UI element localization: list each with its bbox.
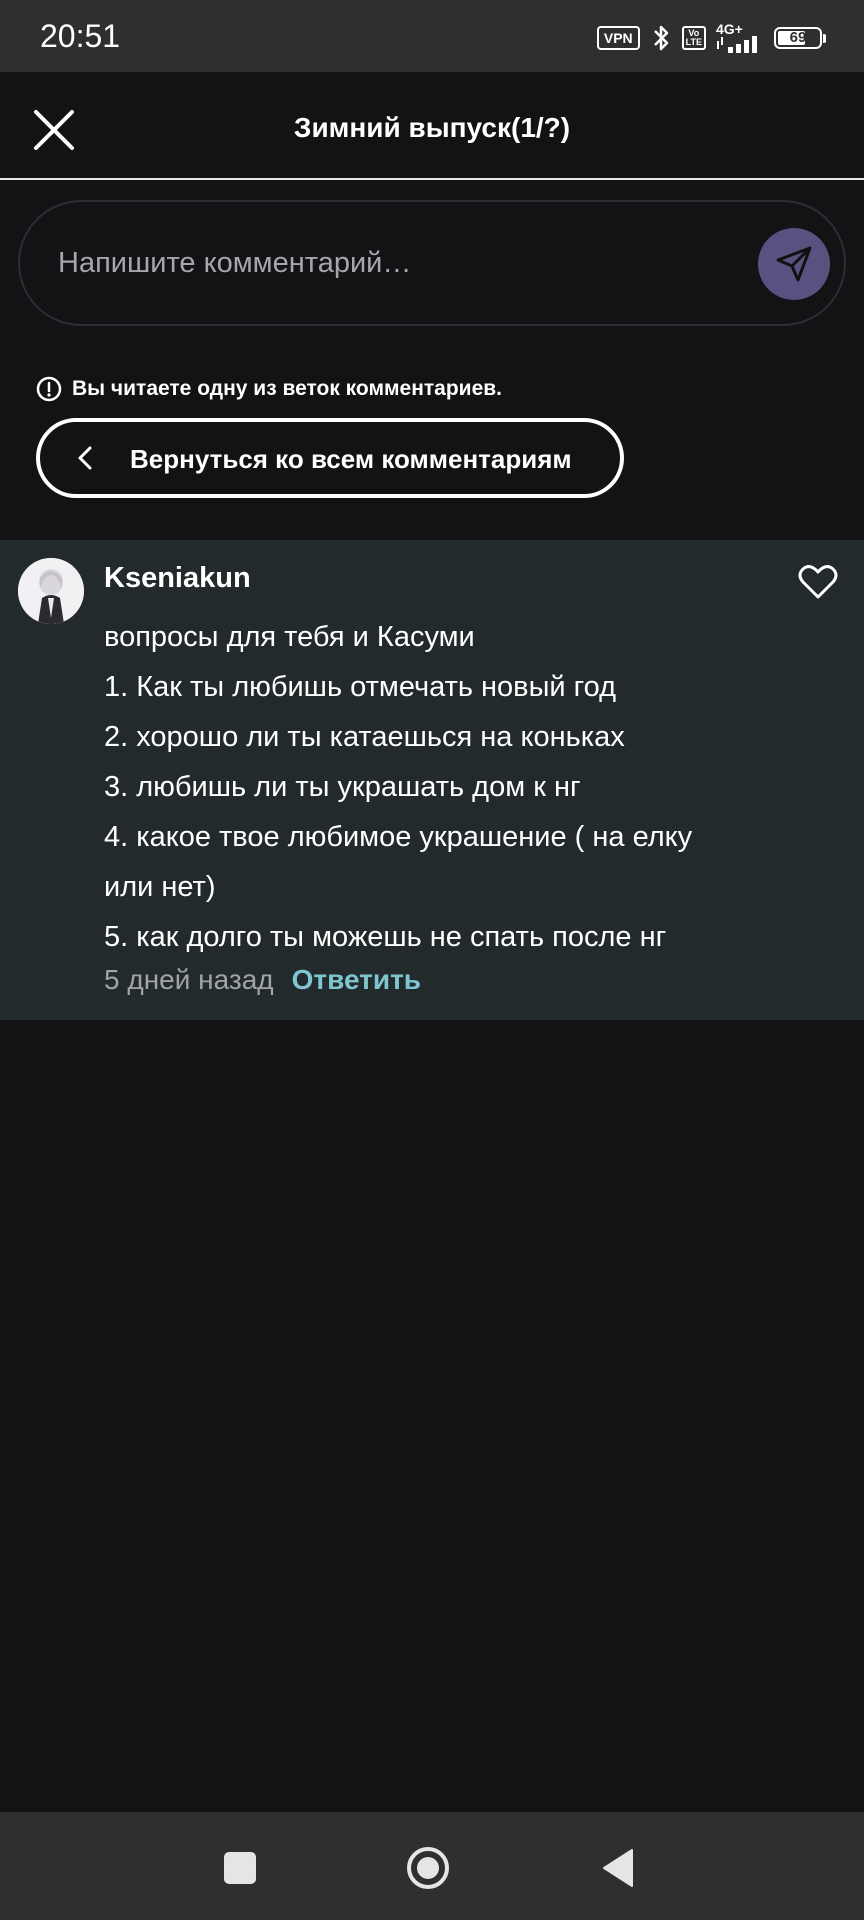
- comment-line: 1. Как ты любишь отмечать новый год: [104, 671, 617, 703]
- comment-line: вопросы для тебя и Касуми: [104, 621, 475, 653]
- heart-icon: [798, 565, 838, 599]
- bluetooth-icon: [653, 25, 668, 51]
- signal-icon: [717, 36, 757, 53]
- page-title: Зимний выпуск(1/?): [293, 112, 571, 143]
- comment-input[interactable]: [56, 232, 740, 294]
- comment-box: [18, 200, 846, 326]
- signal-group: 4G+: [716, 21, 764, 53]
- comment-card: Kseniakun вопросы для тебя и Касуми 1. К…: [0, 540, 864, 1020]
- comment-line: или нет): [104, 871, 216, 903]
- triangle-back-icon[interactable]: [602, 1848, 634, 1888]
- battery-tip: [823, 33, 826, 43]
- reply-button[interactable]: Ответить: [292, 964, 421, 996]
- comment-meta: 5 дней назад Ответить: [104, 964, 421, 996]
- send-button[interactable]: [758, 228, 830, 300]
- volte-icon: Vo LTE: [681, 26, 706, 50]
- volte-bottom-label: LTE: [685, 37, 702, 47]
- back-button-label: Вернуться ко всем комментариям: [130, 444, 572, 474]
- comment-line: 5. как долго ты можешь не спать после нг: [104, 921, 667, 953]
- status-bar: 20:51 VPN Vo LTE 4G+ 69: [0, 0, 864, 72]
- header: Зимний выпуск(1/?): [0, 72, 864, 180]
- comment-author[interactable]: Kseniakun: [104, 562, 251, 595]
- status-time: 20:51: [40, 18, 121, 54]
- avatar-image: [18, 558, 84, 624]
- avatar[interactable]: [18, 558, 84, 624]
- thread-notice: Вы читаете одну из веток комментариев.: [36, 376, 502, 402]
- thread-notice-text: Вы читаете одну из веток комментариев.: [72, 377, 503, 400]
- square-icon[interactable]: [224, 1852, 256, 1884]
- battery-icon: 69: [774, 27, 822, 49]
- like-button[interactable]: [798, 564, 838, 600]
- comment-body: вопросы для тебя и Касуми 1. Как ты люби…: [104, 612, 764, 962]
- vpn-icon: VPN: [596, 26, 640, 50]
- battery-level: 69: [789, 29, 807, 46]
- chevron-left-icon: [78, 446, 92, 470]
- comment-timestamp: 5 дней назад: [104, 964, 274, 995]
- battery-group: 69: [774, 27, 826, 49]
- status-icons: VPN Vo LTE 4G+ 69: [596, 21, 826, 54]
- info-icon: [36, 376, 62, 402]
- comment-line: 2. хорошо ли ты катаешься на коньках: [104, 721, 625, 753]
- network-type-label: 4G+: [716, 21, 743, 37]
- comment-line: 3. любишь ли ты украшать дом к нг: [104, 771, 581, 803]
- circle-icon[interactable]: [406, 1846, 450, 1890]
- back-to-all-comments-button[interactable]: Вернуться ко всем комментариям: [36, 418, 624, 498]
- system-nav-bar: [0, 1812, 864, 1920]
- comment-line: 4. какое твое любимое украшение ( на елк…: [104, 821, 693, 853]
- send-icon: [776, 246, 812, 282]
